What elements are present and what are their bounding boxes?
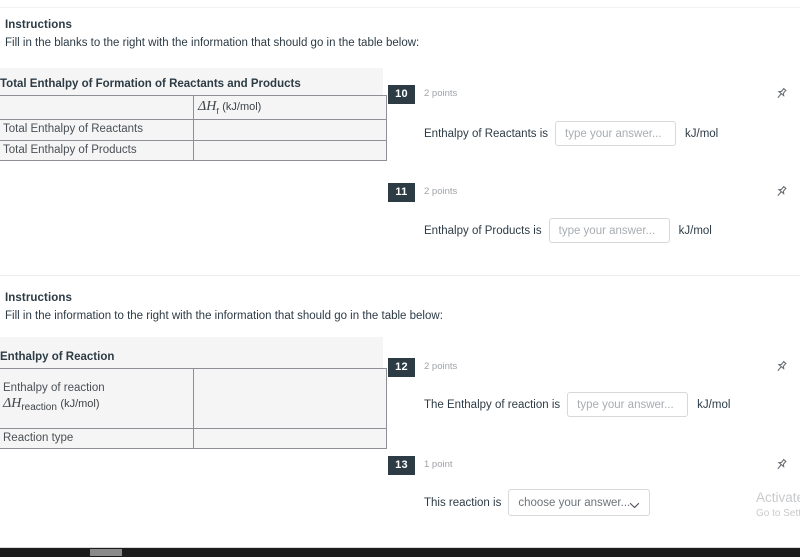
reaction-enthalpy-table: Enthalpy of reaction ΔHreaction (kJ/mol)…: [0, 368, 387, 450]
delta-hf-math: ΔHf (kJ/mol): [198, 99, 262, 116]
pin-icon[interactable]: [773, 86, 789, 102]
row-value-total-enthalpy-products: [193, 139, 387, 162]
question-11-body: Enthalpy of Products is kJ/mol: [424, 218, 712, 243]
question-11-prompt: Enthalpy of Products is: [424, 224, 542, 237]
stimulus-title-2: Enthalpy of Reaction: [0, 351, 115, 363]
pin-icon[interactable]: [773, 184, 789, 200]
section-divider: [0, 275, 800, 276]
table-row: Enthalpy of reaction ΔHreaction (kJ/mol): [0, 368, 387, 429]
question-11: 11 2 points Enthalpy of Products is kJ/m…: [383, 183, 800, 243]
question-10-body: Enthalpy of Reactants is kJ/mol: [424, 121, 718, 146]
pin-icon[interactable]: [773, 359, 789, 375]
table-row: Reaction type: [0, 427, 387, 450]
row-label-total-enthalpy-reactants: Total Enthalpy of Reactants: [0, 119, 194, 141]
chevron-down-icon: [629, 500, 640, 508]
row-value-enthalpy-of-reaction: [193, 368, 387, 429]
question-11-header: 11 2 points: [383, 183, 800, 205]
question-10-number: 10: [388, 85, 415, 104]
question-10-prompt: Enthalpy of Reactants is: [424, 127, 549, 140]
formation-enthalpy-table: ΔHf (kJ/mol) Total Enthalpy of Reactants…: [0, 94, 387, 162]
question-12: 12 2 points The Enthalpy of reaction is …: [383, 358, 800, 417]
stimulus-title-1: Total Enthalpy of Formation of Reactants…: [0, 78, 301, 90]
table-row: Total Enthalpy of Products: [0, 139, 387, 162]
question-11-number: 11: [388, 183, 415, 202]
row-label-reaction-type: Reaction type: [0, 427, 194, 450]
instructions-text-2: Fill in the information to the right wit…: [5, 310, 443, 322]
question-12-unit: kJ/mol: [697, 398, 731, 411]
windows-activation-watermark: Activate Windows Go to Settings to activ…: [756, 490, 800, 519]
row-value-reaction-type: [193, 427, 387, 450]
question-13-points: 1 point: [424, 459, 453, 470]
horizontal-scrollbar[interactable]: [0, 547, 800, 557]
question-12-number: 12: [388, 358, 415, 377]
question-11-points: 2 points: [424, 186, 458, 197]
question-13-prompt: This reaction is: [424, 496, 502, 509]
horizontal-scrollbar-thumb[interactable]: [90, 549, 122, 556]
answer-select-13[interactable]: choose your answer...: [508, 489, 651, 516]
question-13-body: This reaction is choose your answer...: [424, 489, 659, 516]
instructions-text-1: Fill in the blanks to the right with the…: [5, 37, 420, 49]
answer-input-12[interactable]: [567, 392, 689, 417]
watermark-line-1: Activate Windows: [756, 490, 800, 505]
question-12-points: 2 points: [424, 361, 458, 372]
table-header-delta-hf: ΔHf (kJ/mol): [193, 94, 387, 121]
table-row: ΔHf (kJ/mol): [0, 94, 387, 121]
question-10: 10 2 points Enthalpy of Reactants is kJ/…: [383, 85, 800, 146]
answer-select-13-value: choose your answer...: [518, 496, 631, 509]
row-label-total-enthalpy-products: Total Enthalpy of Products: [0, 139, 194, 162]
question-12-header: 12 2 points: [383, 358, 800, 380]
question-10-points: 2 points: [424, 88, 458, 99]
watermark-line-2: Go to Settings to activate Windows.: [756, 508, 800, 519]
quiz-page: Instructions Fill in the blanks to the r…: [0, 0, 800, 557]
question-11-unit: kJ/mol: [678, 224, 712, 237]
question-13-header: 13 1 point: [383, 456, 800, 478]
delta-h-reaction-math: ΔHreaction (kJ/mol): [3, 396, 100, 414]
pin-icon[interactable]: [773, 457, 789, 473]
answer-input-11[interactable]: [548, 218, 670, 243]
question-12-prompt: The Enthalpy of reaction is: [424, 398, 561, 411]
question-10-unit: kJ/mol: [685, 127, 719, 140]
instructions-label-1: Instructions: [5, 19, 73, 31]
table-cell-empty: [0, 94, 194, 121]
top-divider: [0, 7, 800, 8]
question-10-header: 10 2 points: [383, 85, 800, 107]
table-row: Total Enthalpy of Reactants: [0, 119, 387, 141]
instructions-label-2: Instructions: [5, 292, 73, 304]
enthalpy-of-reaction-line1: Enthalpy of reaction: [3, 382, 105, 395]
question-13: 13 1 point This reaction is choose your: [383, 456, 800, 516]
row-value-total-enthalpy-reactants: [193, 119, 387, 141]
question-12-body: The Enthalpy of reaction is kJ/mol: [424, 392, 730, 417]
answer-input-10[interactable]: [555, 121, 677, 146]
row-label-enthalpy-of-reaction: Enthalpy of reaction ΔHreaction (kJ/mol): [0, 368, 194, 429]
question-13-number: 13: [388, 456, 415, 475]
